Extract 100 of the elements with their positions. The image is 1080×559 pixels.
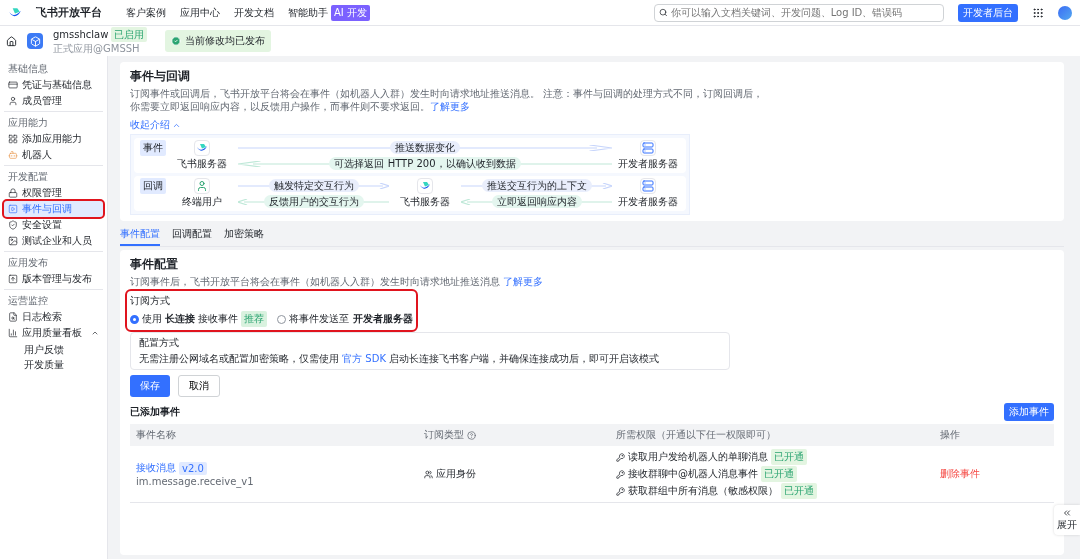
tab[interactable]: 回调配置	[172, 224, 212, 246]
permission-text: 获取群组中所有消息（敏感权限）	[628, 484, 778, 498]
column-header: 事件名称	[130, 424, 418, 446]
delete-event-link[interactable]: 删除事件	[940, 467, 1048, 481]
sidebar-item[interactable]: 添加应用能力	[4, 131, 103, 147]
intro-title: 事件与回调	[130, 68, 191, 85]
radio-option[interactable]: 使用 长连接 接收事件 推荐	[130, 311, 268, 327]
column-header: 操作	[934, 424, 1054, 446]
save-button[interactable]: 保存	[130, 375, 170, 397]
sidebar-item[interactable]: 机器人	[4, 147, 103, 163]
image-icon	[8, 236, 18, 246]
app-icon	[27, 33, 43, 49]
sidebar-item[interactable]: 日志检索	[4, 309, 103, 325]
nav-link[interactable]: 客户案例	[126, 5, 166, 20]
option-label: 使用 长连接 接收事件	[142, 312, 239, 326]
collapse-link[interactable]: 收起介绍	[130, 118, 181, 132]
recommend-badge: 推荐	[241, 311, 268, 327]
section-title: 已添加事件	[130, 405, 180, 419]
grid-icon	[8, 134, 18, 144]
apps-grid-icon[interactable]	[1032, 6, 1044, 19]
event-name-link[interactable]: 接收消息	[136, 461, 176, 475]
tab[interactable]: 加密策略	[224, 224, 264, 246]
section-title: 应用发布	[7, 256, 49, 270]
config-description: 订阅事件后，飞书开放平台将会在事件（如机器人入群）发生时向请求地址推送消息 了解更多	[130, 275, 545, 288]
status-badge: 已开通	[781, 483, 817, 499]
section-title: 事件配置	[130, 256, 179, 273]
nav-link[interactable]: 开发文档	[234, 5, 274, 20]
key-icon	[616, 469, 625, 479]
search-icon	[659, 8, 668, 17]
sidebar-subitem[interactable]: 用户反馈	[4, 341, 103, 356]
nav-link[interactable]: 应用中心	[180, 5, 220, 20]
node-label: 飞书服务器	[177, 157, 227, 171]
flow-label: 推送数据变化	[390, 141, 460, 154]
home-icon[interactable]	[6, 35, 17, 47]
flow-label: 触发特定交互行为	[268, 179, 359, 192]
sdk-link[interactable]: 官方 SDK	[342, 352, 386, 366]
avatar[interactable]	[1058, 5, 1072, 20]
config-title: 配置方式	[139, 336, 180, 350]
chevron-icon[interactable]	[91, 329, 99, 337]
app-name: gmsshclaw	[53, 28, 109, 41]
sidebar-item[interactable]: 成员管理	[4, 93, 103, 109]
node-label: 飞书服务器	[400, 195, 450, 209]
section-title: 应用能力	[7, 116, 49, 130]
sidebar-item[interactable]: 安全设置	[4, 217, 103, 233]
event-code: im.message.receive_v1	[136, 476, 255, 487]
check-icon	[171, 36, 182, 46]
config-text: 无需注册公网域名或配置加密策略，仅需使用 官方 SDK 启动长连接飞书客户端，并确保连接成功后，即可开启该模式	[139, 352, 661, 366]
section-title: 基础信息	[7, 62, 49, 76]
intro-description: 订阅事件或回调后，飞书开放平台将会在事件（如机器人入群）发生时向请求地址推送消息。 注意：事件与回调的处理方式不同，订阅回调后，你需要立即返回响应内容，以反馈用户操作，而事件则不要求返回。了解更多	[130, 87, 765, 113]
node-label: 开发者服务器	[618, 157, 678, 171]
learn-more-link[interactable]: 了解更多	[430, 100, 470, 113]
radio-button[interactable]	[277, 314, 287, 324]
card-icon	[8, 80, 18, 90]
flow-label: 立即返回响应内容	[491, 195, 582, 208]
flow-label: 可选择返回 HTTP 200，以确认收到数据	[329, 157, 521, 170]
shield-icon	[8, 220, 18, 230]
identity-icon	[424, 469, 433, 479]
upload-icon	[8, 274, 18, 284]
tab[interactable]: 事件配置	[120, 224, 160, 246]
sidebar-item[interactable]: 版本管理与发布	[4, 271, 103, 287]
version-badge: v2.0	[179, 461, 207, 475]
cancel-button[interactable]: 取消	[178, 375, 220, 397]
column-header: 订阅类型	[418, 424, 610, 446]
logo-icon	[8, 6, 22, 19]
subscription-type: 应用身份	[436, 467, 476, 481]
node-label: 终端用户	[182, 195, 222, 209]
key-icon	[616, 486, 625, 496]
sidebar-item[interactable]: 权限管理	[4, 185, 103, 201]
search-field[interactable]: 你可以输入文档关键词、开发问题、Log ID、错误码	[654, 3, 944, 22]
flow-label: 反馈用户的交互行为	[263, 195, 364, 208]
event-icon	[8, 204, 18, 214]
flow-label: 推送交互行为的上下文	[481, 179, 592, 192]
section-title: 运营监控	[7, 294, 49, 308]
expand-tab[interactable]: 展开	[1054, 505, 1080, 535]
node-label: 开发者服务器	[618, 195, 678, 209]
robot-icon	[8, 150, 18, 160]
sidebar-item[interactable]: 凭证与基础信息	[4, 77, 103, 93]
sidebar-item[interactable]: 应用质量看板	[4, 325, 103, 341]
publish-text: 当前修改均已发布	[185, 34, 266, 48]
chart-icon	[8, 328, 18, 338]
key-icon	[616, 452, 625, 462]
add-event-button[interactable]: 添加事件	[1004, 403, 1054, 421]
sidebar-item[interactable]: 测试企业和人员	[4, 233, 103, 249]
help-icon[interactable]	[467, 430, 476, 440]
diagram-tag: 事件	[140, 140, 166, 156]
chevrons-left-icon	[1062, 508, 1072, 518]
field-label: 订阅方式	[130, 294, 171, 308]
app-subtitle: 正式应用@GMSSH	[53, 42, 141, 55]
sidebar-subitem[interactable]: 开发质量	[4, 356, 103, 371]
diagram-tag: 回调	[140, 178, 166, 194]
lock-icon	[8, 188, 18, 198]
radio-button[interactable]	[130, 314, 139, 324]
user-icon	[8, 96, 18, 106]
console-button[interactable]: 开发者后台	[958, 3, 1018, 22]
learn-more-link[interactable]: 了解更多	[503, 275, 544, 288]
log-icon	[8, 312, 18, 322]
logo-text: 飞书开放平台	[36, 5, 102, 20]
sidebar-item[interactable]: 事件与回调	[4, 201, 103, 217]
nav-link[interactable]: 智能助手 AI 开发	[288, 4, 370, 21]
status-badge: 已开通	[761, 466, 797, 482]
